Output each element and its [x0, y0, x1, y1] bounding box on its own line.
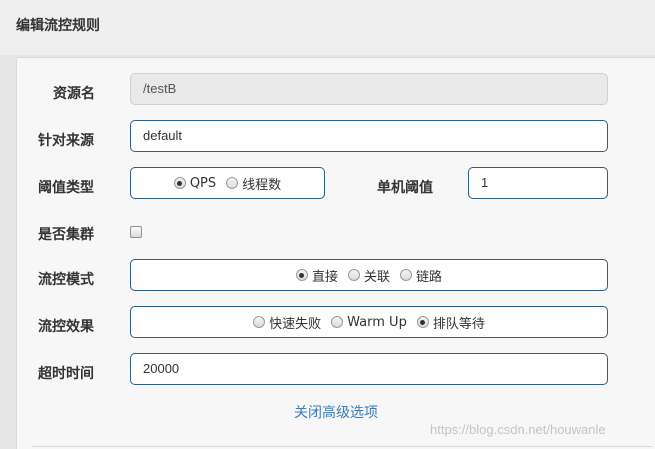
timeout-label: 超时时间 — [38, 366, 94, 382]
radio-direct-label: 直接 — [311, 269, 338, 285]
watermark: https://blog.csdn.net/houwanle — [430, 422, 606, 437]
radio-unchecked-icon[interactable] — [400, 269, 412, 281]
cluster-label: 是否集群 — [38, 227, 94, 243]
limit-app-label: 针对来源 — [38, 133, 94, 149]
radio-unchecked-icon[interactable] — [226, 177, 239, 189]
radio-unchecked-icon[interactable] — [253, 316, 266, 328]
radio-queue-label: 排队等待 — [432, 316, 485, 332]
advanced-options-toggle[interactable]: 关闭高级选项 — [294, 402, 378, 422]
radio-unchecked-icon[interactable] — [347, 269, 360, 281]
resource-input[interactable]: /testB — [130, 73, 608, 105]
radio-warm-up-label: Warm Up — [347, 314, 407, 330]
threshold-input[interactable]: 1 — [468, 167, 608, 199]
radio-unchecked-icon[interactable] — [331, 316, 344, 328]
control-behavior-group: 快速失败 Warm Up 排队等待 — [130, 306, 608, 338]
threshold-type-group: QPS 线程数 — [130, 167, 325, 199]
radio-relate-label: 关联 — [363, 269, 390, 285]
radio-checked-icon[interactable] — [416, 316, 429, 328]
divider — [32, 446, 652, 447]
timeout-input[interactable]: 20000 — [130, 353, 608, 385]
radio-qps[interactable]: QPS — [173, 175, 217, 191]
radio-thread-count-label: 线程数 — [242, 177, 282, 193]
radio-checked-icon[interactable] — [295, 269, 308, 281]
strategy-group: 直接 关联 链路 — [130, 259, 608, 291]
radio-checked-icon[interactable] — [173, 177, 186, 189]
radio-direct[interactable]: 直接 — [295, 266, 338, 285]
strategy-label: 流控模式 — [38, 272, 94, 288]
threshold-label: 单机阈值 — [377, 180, 433, 196]
radio-chain-label: 链路 — [416, 269, 443, 285]
dialog-header: 编辑流控规则 — [0, 0, 655, 55]
radio-relate[interactable]: 关联 — [347, 266, 390, 285]
radio-qps-label: QPS — [189, 175, 217, 191]
dialog-body — [16, 57, 655, 449]
threshold-type-label: 阈值类型 — [38, 180, 94, 196]
limit-app-input[interactable]: default — [130, 120, 608, 152]
radio-warm-up[interactable]: Warm Up — [331, 315, 407, 330]
cluster-checkbox[interactable] — [130, 226, 142, 238]
control-behavior-label: 流控效果 — [38, 319, 94, 335]
dialog-title: 编辑流控规则 — [16, 18, 100, 34]
radio-fast-fail-label: 快速失败 — [269, 316, 322, 332]
radio-queue[interactable]: 排队等待 — [416, 313, 485, 332]
radio-chain[interactable]: 链路 — [400, 266, 442, 285]
radio-thread-count[interactable]: 线程数 — [226, 174, 281, 193]
radio-fast-fail[interactable]: 快速失败 — [253, 313, 321, 332]
resource-label: 资源名 — [53, 86, 95, 102]
